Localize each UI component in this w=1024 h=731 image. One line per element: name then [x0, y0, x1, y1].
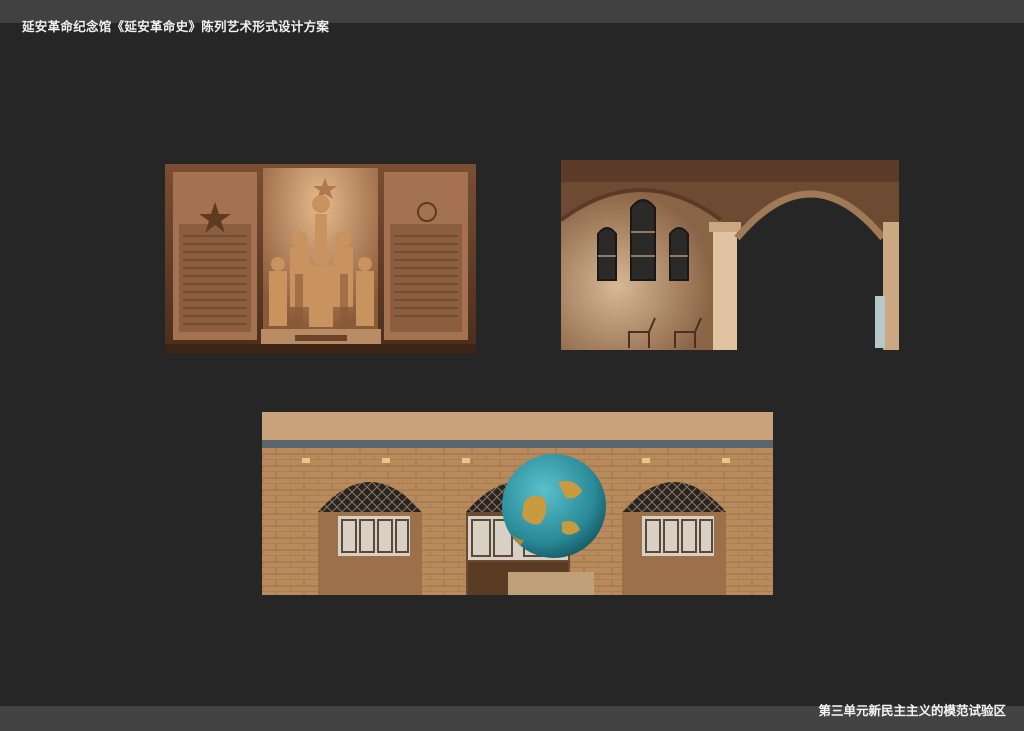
section-caption: 第三单元新民主主义的模范试验区 [818, 703, 1006, 718]
arched-hall-rendering [561, 160, 899, 350]
sculpture-wall-rendering [165, 164, 476, 354]
cave-facade-globe-rendering [262, 412, 773, 595]
document-title: 延安革命纪念馆《延安革命史》陈列艺术形式设计方案 [22, 19, 330, 34]
